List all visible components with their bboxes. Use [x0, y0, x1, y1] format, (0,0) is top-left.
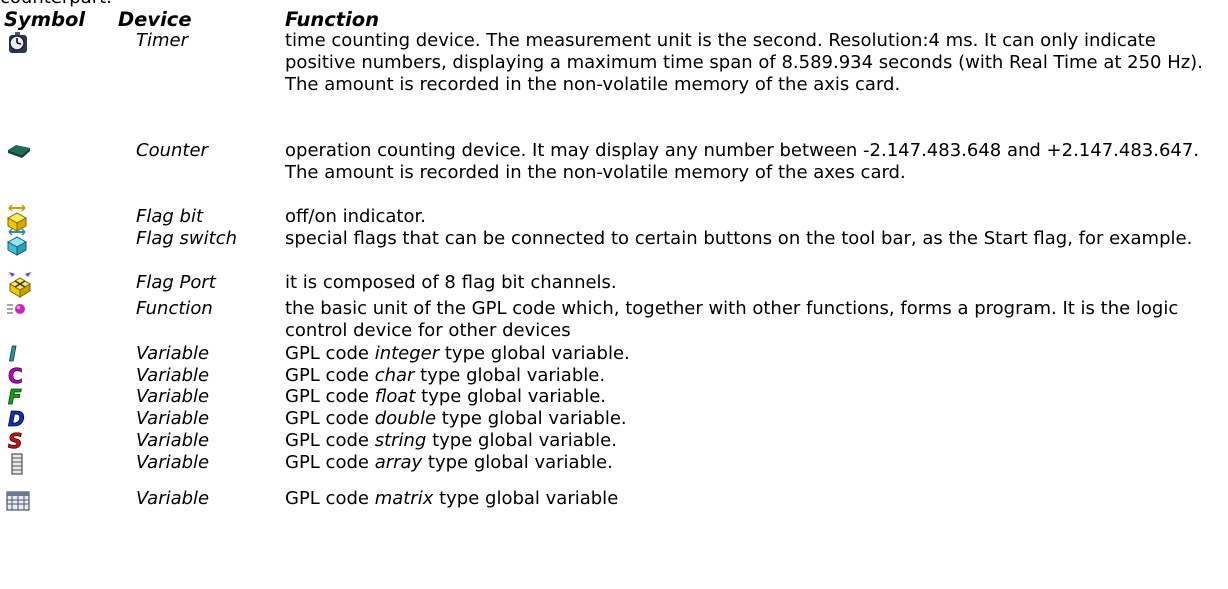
function-prefix: GPL code	[285, 430, 375, 451]
function-text: it is composed of 8 flag bit channels.	[285, 272, 617, 293]
function-text: off/on indicator.	[285, 206, 426, 227]
device-label: Variable	[136, 408, 210, 429]
function-prefix: GPL code	[285, 488, 375, 509]
float-variable-icon: F	[6, 386, 40, 408]
device-label: Variable	[136, 386, 210, 407]
matrix-variable-icon	[6, 490, 40, 512]
flag-port-icon	[6, 270, 40, 298]
double-variable-icon: D	[6, 408, 40, 430]
header-function: Function	[285, 8, 380, 31]
float-letter: F	[8, 386, 22, 408]
char-variable-icon: C	[6, 365, 40, 387]
function-text: GPL code float type global variable.	[285, 386, 1225, 408]
variable-type: integer	[374, 343, 440, 364]
function-suffix: type global variable.	[414, 365, 606, 386]
function-text: the basic unit of the GPL code which, to…	[285, 298, 1179, 341]
function-suffix: type global variable.	[426, 430, 617, 451]
function-prefix: GPL code	[285, 386, 375, 407]
array-variable-icon	[6, 452, 40, 476]
string-letter: S	[8, 430, 22, 452]
variable-type: matrix	[374, 488, 434, 509]
function-suffix: type global variable	[433, 488, 619, 509]
function-text: GPL code double type global variable.	[285, 408, 1225, 430]
function-prefix: GPL code	[285, 408, 375, 429]
device-label: Variable	[136, 343, 210, 364]
function-text: special flags that can be connected to c…	[285, 228, 1193, 249]
function-suffix: type global variable.	[439, 343, 630, 364]
string-variable-icon: S	[6, 430, 40, 452]
function-prefix: GPL code	[285, 343, 375, 364]
integer-letter: I	[9, 343, 17, 365]
header-symbol: Symbol	[4, 8, 86, 31]
char-letter: C	[8, 365, 23, 387]
function-suffix: type global variable.	[436, 408, 627, 429]
device-label: Function	[136, 298, 213, 319]
function-icon	[6, 301, 40, 317]
counter-chip-icon	[6, 142, 40, 160]
double-letter: D	[8, 408, 25, 430]
function-text: GPL code array type global variable.	[285, 452, 1225, 474]
variable-type: array	[374, 452, 423, 473]
device-label: Variable	[136, 430, 210, 451]
device-label: Counter	[136, 140, 208, 161]
timer-icon	[6, 32, 40, 54]
top-cut-text: counterpart.	[0, 0, 112, 8]
flag-switch-icon	[6, 228, 40, 256]
device-label: Variable	[136, 365, 210, 386]
variable-type: string	[374, 430, 427, 451]
function-suffix: type global variable.	[422, 452, 613, 473]
function-suffix: type global variable.	[415, 386, 607, 407]
header-device: Device	[118, 8, 192, 31]
variable-type: double	[374, 408, 437, 429]
variable-type: float	[374, 386, 416, 407]
variable-type: char	[374, 365, 415, 386]
device-label: Flag Port	[136, 272, 216, 293]
function-prefix: GPL code	[285, 452, 375, 473]
function-text: time counting device. The measurement un…	[285, 30, 1203, 95]
function-prefix: GPL code	[285, 365, 375, 386]
device-label: Timer	[136, 30, 189, 51]
function-text: GPL code char type global variable.	[285, 365, 1225, 387]
device-label: Flag bit	[136, 206, 204, 227]
device-label: Variable	[136, 488, 210, 509]
function-text: GPL code integer type global variable.	[285, 343, 1225, 365]
device-label: Flag switch	[136, 228, 237, 249]
integer-variable-icon: I	[6, 343, 40, 365]
function-text: GPL code matrix type global variable	[285, 488, 1225, 510]
device-label: Variable	[136, 452, 210, 473]
function-text: GPL code string type global variable.	[285, 430, 1225, 452]
function-text: operation counting device. It may displa…	[285, 140, 1200, 183]
